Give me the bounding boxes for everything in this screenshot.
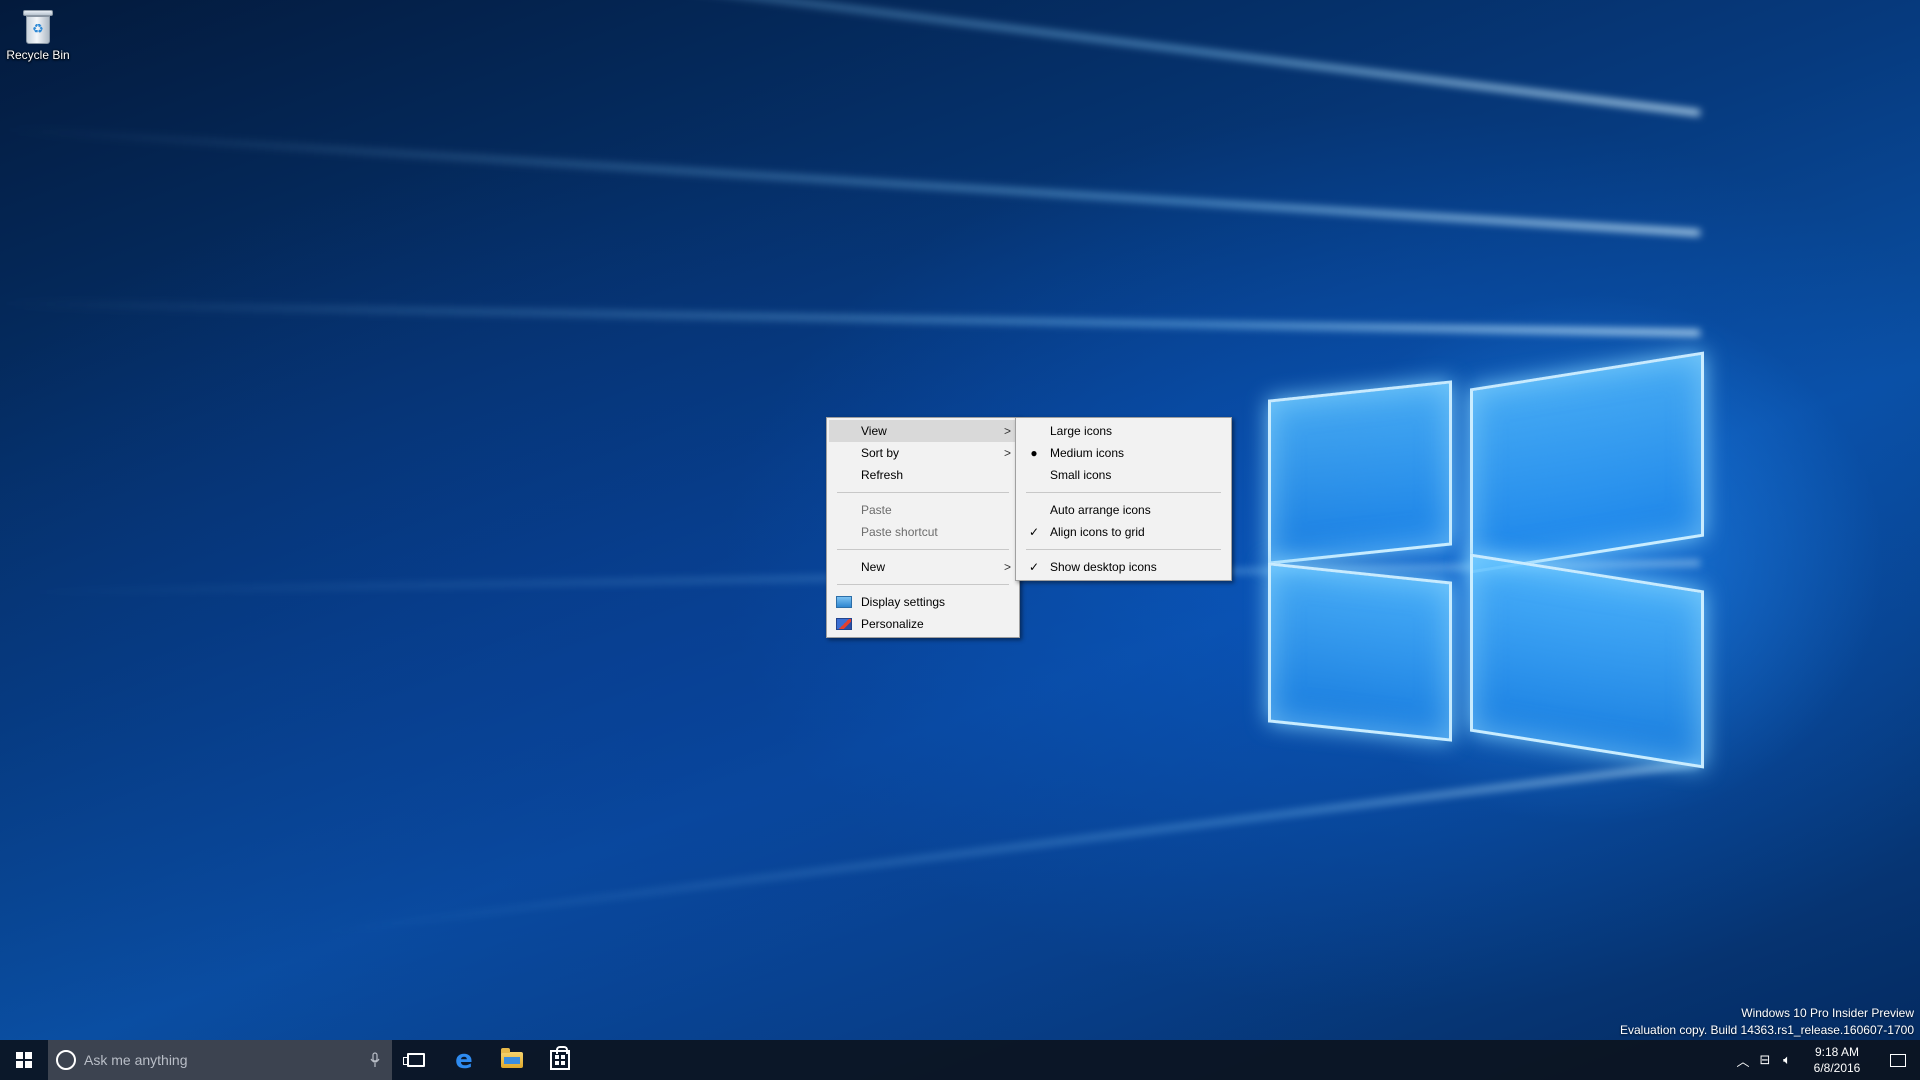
menu-item-show-desktop-icons[interactable]: ✓ Show desktop icons <box>1018 556 1229 578</box>
desktop-icon-recycle-bin[interactable]: ♻ Recycle Bin <box>4 6 72 76</box>
chevron-right-icon: > <box>1003 424 1011 438</box>
menu-item-align-to-grid[interactable]: ✓ Align icons to grid <box>1018 521 1229 543</box>
start-button[interactable] <box>0 1040 48 1080</box>
recycle-bin-icon: ♻ <box>23 10 53 44</box>
menu-item-paste-shortcut[interactable]: Paste shortcut <box>829 521 1017 543</box>
menu-item-display-settings[interactable]: Display settings <box>829 591 1017 613</box>
menu-item-sort-by[interactable]: Sort by > <box>829 442 1017 464</box>
file-explorer-button[interactable] <box>488 1040 536 1080</box>
file-explorer-icon <box>501 1048 523 1068</box>
menu-item-refresh[interactable]: Refresh <box>829 464 1017 486</box>
chevron-up-icon[interactable]: ︿ <box>1732 1051 1754 1070</box>
menu-separator <box>1026 492 1221 493</box>
edge-icon: e <box>455 1045 473 1075</box>
desktop-context-menu: View > Sort by > Refresh Paste Paste sho… <box>826 417 1020 638</box>
menu-item-small-icons[interactable]: Small icons <box>1018 464 1229 486</box>
watermark-edition: Windows 10 Pro Insider Preview <box>1741 1006 1914 1020</box>
clock-date: 6/8/2016 <box>1813 1061 1861 1075</box>
check-icon: ✓ <box>1028 525 1040 539</box>
cortana-icon <box>56 1050 76 1070</box>
light-beam <box>2 126 1701 236</box>
windows-logo-pane <box>1470 553 1704 769</box>
watermark-build: Evaluation copy. Build 14363.rs1_release… <box>1620 1023 1914 1037</box>
menu-item-new[interactable]: New > <box>829 556 1017 578</box>
clock-time: 9:18 AM <box>1814 1045 1860 1059</box>
edge-button[interactable]: e <box>440 1040 488 1080</box>
volume-icon[interactable]: 🔈︎ <box>1776 1052 1798 1068</box>
system-tray: ︿ ⊟ 🔈︎ 9:18 AM 6/8/2016 <box>1732 1040 1920 1080</box>
microphone-icon[interactable] <box>370 1052 380 1068</box>
action-center-button[interactable] <box>1876 1040 1920 1080</box>
search-placeholder: Ask me anything <box>84 1052 188 1068</box>
bullet-icon: ● <box>1030 446 1038 460</box>
cortana-search-box[interactable]: Ask me anything <box>48 1040 392 1080</box>
store-button[interactable] <box>536 1040 584 1080</box>
display-settings-icon <box>836 596 852 608</box>
personalize-icon <box>836 618 852 630</box>
menu-item-large-icons[interactable]: Large icons <box>1018 420 1229 442</box>
menu-separator <box>837 492 1009 493</box>
task-view-button[interactable] <box>392 1040 440 1080</box>
windows-logo-pane <box>1268 562 1452 742</box>
windows-logo-icon <box>16 1052 32 1068</box>
check-icon: ✓ <box>1028 560 1040 574</box>
taskbar: Ask me anything e ︿ ⊟ 🔈︎ 9:18 AM 6/8/201… <box>0 1040 1920 1080</box>
store-icon <box>550 1046 570 1070</box>
light-beam <box>12 0 1701 116</box>
clock[interactable]: 9:18 AM 6/8/2016 <box>1798 1044 1876 1076</box>
menu-item-view[interactable]: View > <box>829 420 1017 442</box>
action-center-icon <box>1890 1053 1906 1067</box>
menu-item-paste[interactable]: Paste <box>829 499 1017 521</box>
menu-separator <box>837 584 1009 585</box>
network-icon[interactable]: ⊟ <box>1754 1052 1776 1068</box>
menu-item-personalize[interactable]: Personalize <box>829 613 1017 635</box>
light-beam <box>0 300 1701 336</box>
chevron-right-icon: > <box>1003 446 1011 460</box>
light-beam <box>310 760 1701 937</box>
menu-item-medium-icons[interactable]: ● Medium icons <box>1018 442 1229 464</box>
view-submenu: Large icons ● Medium icons Small icons A… <box>1015 417 1232 581</box>
build-watermark: Windows 10 Pro Insider Preview Evaluatio… <box>1620 1006 1914 1037</box>
menu-separator <box>1026 549 1221 550</box>
windows-logo-pane <box>1470 351 1704 574</box>
menu-item-auto-arrange[interactable]: Auto arrange icons <box>1018 499 1229 521</box>
task-view-icon <box>403 1053 425 1067</box>
windows-logo-pane <box>1268 380 1452 565</box>
menu-separator <box>837 549 1009 550</box>
desktop-icon-label: Recycle Bin <box>6 48 70 62</box>
chevron-right-icon: > <box>1003 560 1011 574</box>
